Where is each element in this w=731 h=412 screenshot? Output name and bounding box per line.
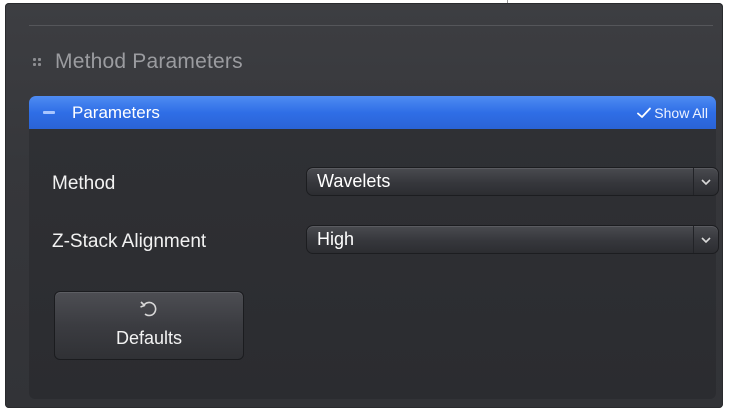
undo-icon [139, 300, 159, 323]
method-label: Method [52, 173, 116, 194]
minus-icon[interactable] [43, 111, 55, 114]
show-all-toggle[interactable]: Show All [637, 105, 708, 121]
method-select-value: Wavelets [317, 171, 391, 191]
defaults-button[interactable]: Defaults [54, 291, 244, 360]
method-select[interactable]: Wavelets [306, 167, 719, 196]
check-icon [637, 107, 652, 119]
section-header[interactable]: Method Parameters [33, 47, 243, 77]
chevron-down-icon[interactable] [693, 168, 718, 195]
show-all-label: Show All [654, 104, 708, 121]
zstack-alignment-select[interactable]: High [306, 225, 719, 254]
method-parameters-panel: Method Parameters Parameters Show All Me… [5, 3, 723, 408]
zstack-alignment-label: Z-Stack Alignment [52, 231, 207, 252]
panel-divider [29, 25, 713, 26]
group-title: Parameters [72, 102, 160, 122]
defaults-label: Defaults [115, 328, 183, 348]
chevron-down-icon[interactable] [693, 226, 718, 253]
grip-dots-icon[interactable] [33, 58, 41, 66]
screenshot-frame: Method Parameters Parameters Show All Me… [0, 0, 731, 412]
section-title: Method Parameters [55, 50, 243, 73]
zstack-select-value: High [317, 229, 355, 249]
parameters-group-header[interactable]: Parameters Show All [29, 96, 716, 129]
